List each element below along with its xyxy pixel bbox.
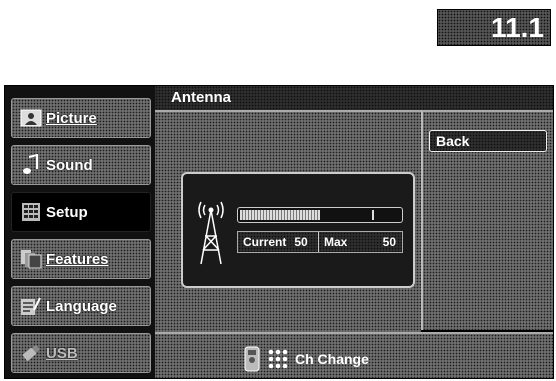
antenna-tower-icon: [198, 201, 224, 265]
signal-level-bar: [237, 207, 403, 223]
sidebar-item-features[interactable]: Features: [11, 239, 151, 279]
sidebar-item-label: USB: [46, 344, 78, 362]
current-group: Current 50: [238, 232, 318, 252]
setup-grid-icon: [18, 200, 44, 224]
sidebar-item-label: Setup: [46, 203, 88, 221]
features-icon: [18, 247, 44, 271]
sidebar-item-picture[interactable]: Picture: [11, 98, 151, 138]
sidebar-item-label: Sound: [46, 156, 93, 174]
sidebar-item-label: Features: [46, 250, 109, 268]
page-title: Antenna: [155, 86, 553, 110]
ch-change-hint: Ch Change: [243, 346, 369, 372]
sidebar: Picture Sound Setup Features Language US…: [5, 86, 155, 378]
signal-strength-box: Current 50 Max 50: [181, 172, 415, 288]
options-panel: Back: [421, 110, 553, 330]
remote-control-icon: [244, 346, 260, 372]
number-keypad-icon: [268, 349, 288, 369]
music-note-icon: [18, 153, 44, 177]
signal-level-fill: [240, 210, 320, 220]
tv-menu-screen: Picture Sound Setup Features Language US…: [4, 85, 554, 379]
sidebar-item-sound[interactable]: Sound: [11, 145, 151, 185]
max-label: Max: [324, 235, 348, 249]
antenna-panel: Current 50 Max 50: [155, 110, 421, 332]
current-value: 50: [294, 235, 308, 249]
sidebar-item-usb[interactable]: USB: [11, 333, 151, 373]
signal-values: Current 50 Max 50: [237, 231, 403, 253]
footer-hint-label: Ch Change: [295, 351, 369, 367]
sidebar-item-language[interactable]: Language: [11, 286, 151, 326]
sidebar-item-label: Language: [46, 297, 117, 315]
current-label: Current: [243, 235, 287, 249]
language-icon: [18, 294, 44, 318]
signal-max-marker: [372, 210, 374, 220]
sidebar-item-label: Picture: [46, 109, 97, 127]
sidebar-item-setup[interactable]: Setup: [11, 192, 151, 232]
back-button[interactable]: Back: [429, 130, 547, 152]
picture-icon: [18, 106, 44, 130]
footer-hint-bar: Ch Change: [155, 332, 553, 378]
usb-icon: [18, 341, 44, 365]
max-value: 50: [382, 235, 396, 249]
max-group: Max 50: [318, 232, 402, 252]
page-number: 11.1: [437, 9, 551, 46]
